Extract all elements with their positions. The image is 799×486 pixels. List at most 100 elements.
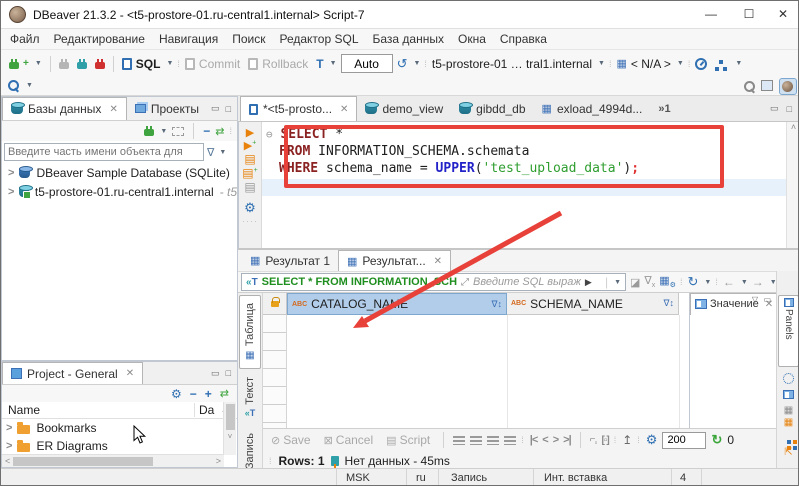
column-sort-filter-icon[interactable]: ∇↕ <box>491 299 502 310</box>
expand-filter-icon[interactable]: ⤢ <box>461 277 469 288</box>
row-header-cell[interactable] <box>263 315 286 333</box>
row-header-corner[interactable] <box>263 293 287 315</box>
tab-projects[interactable]: Проекты <box>127 97 207 120</box>
remove-filter-icon[interactable]: ∇x <box>644 274 655 289</box>
aggregate-panel-toggle-icon[interactable] <box>784 433 794 444</box>
close-icon[interactable]: ✕ <box>109 104 117 115</box>
execute-script-button[interactable]: ▤ <box>239 152 261 166</box>
reconnect-button[interactable] <box>73 58 91 69</box>
calc-panel-toggle-icon[interactable]: ▦ <box>777 417 798 429</box>
chevron-down-icon[interactable]: ▼ <box>413 60 420 67</box>
column-sort-filter-icon[interactable]: ∇↕ <box>663 298 674 309</box>
row-header-cell[interactable] <box>263 369 286 387</box>
record-mode-toggle[interactable]: Запись <box>239 433 261 469</box>
refresh-results-icon[interactable]: ↻ <box>687 274 698 290</box>
maximize-button[interactable]: ☐ <box>734 7 764 21</box>
tab-project-general[interactable]: Project - General ✕ <box>2 362 144 384</box>
nav-forward-icon[interactable]: → <box>752 275 764 289</box>
tree-item-sample-db[interactable]: > DBeaver Sample Database (SQLite) <box>2 163 237 182</box>
collapse-all-icon[interactable]: − <box>190 387 197 401</box>
save-button[interactable]: ⊘ Save <box>267 433 315 447</box>
column-header-date[interactable]: Da <box>194 403 222 417</box>
tab-gibdd-db[interactable]: gibdd_db <box>451 96 533 121</box>
chevron-down-icon[interactable]: ▼ <box>735 60 742 67</box>
schema-selector[interactable]: ▦ < N/A > ▼ <box>612 57 687 71</box>
new-connection-small-button[interactable]: ▼ <box>144 126 167 136</box>
grid-panel-toggle-icon[interactable] <box>777 388 798 402</box>
fetch-all-icon[interactable]: [▫] <box>601 435 609 446</box>
tree-item-t5-prostore[interactable]: > t5-prostore-01.ru-central1.internal - … <box>2 182 237 201</box>
commit-button[interactable]: Commit <box>181 57 244 71</box>
chevron-down-icon[interactable]: ▼ <box>704 279 711 286</box>
timezone-indicator[interactable]: MSK <box>346 472 370 484</box>
disconnect-button[interactable] <box>55 58 73 69</box>
column-header-name[interactable]: Name <box>2 403 194 417</box>
column-header-catalog-name[interactable]: ABC CATALOG_NAME ∇↕ <box>287 293 507 315</box>
auto-refresh-icon[interactable]: ↻ <box>711 432 722 448</box>
minimize-panel-icon[interactable]: ▭ <box>211 103 220 114</box>
disconnect-all-button[interactable] <box>91 58 109 69</box>
metadata-panel-toggle-icon[interactable]: ▦ <box>777 405 798 417</box>
tab-script-active[interactable]: *<t5-prosto... ✕ <box>240 96 358 121</box>
chevron-down-icon[interactable]: ▼ <box>741 279 748 286</box>
project-vertical-scrollbar[interactable]: ˅ <box>223 402 236 455</box>
tab-exload[interactable]: ▦ exload_4994d... <box>534 96 651 121</box>
cancel-button[interactable]: ⊠ Cancel <box>320 433 378 447</box>
tab-overflow-indicator[interactable]: »1 <box>658 103 670 115</box>
quick-search-icon[interactable] <box>743 80 756 93</box>
project-horizontal-scrollbar[interactable]: < > <box>2 454 224 467</box>
menu-sql-editor[interactable]: Редактор SQL <box>272 29 365 49</box>
chevron-down-icon[interactable]: ▼ <box>26 82 33 89</box>
locale-indicator[interactable]: ru <box>416 472 426 484</box>
panel-menu-icon[interactable]: ▽ <box>752 295 758 304</box>
sql-editor-button[interactable]: SQL ▼ <box>118 57 178 71</box>
row-header-cell[interactable] <box>263 351 286 369</box>
row-header-cell[interactable] <box>263 387 286 405</box>
menu-help[interactable]: Справка <box>493 29 554 49</box>
close-icon[interactable]: ✕ <box>434 256 442 267</box>
sitemap-button[interactable]: ▼ <box>711 58 746 70</box>
tab-demo-view[interactable]: demo_view <box>357 96 451 121</box>
add-row-icon[interactable] <box>470 435 483 445</box>
filter-funnel-icon[interactable]: ∇ <box>207 146 214 159</box>
chevron-down-icon[interactable]: ▼ <box>219 149 226 156</box>
link-with-editor-icon[interactable]: ⇄ <box>215 125 224 138</box>
insert-mode-indicator[interactable]: Инт. вставка <box>544 472 607 484</box>
export-data-icon[interactable]: ↥ <box>622 433 632 447</box>
execute-script-new-button[interactable]: ▤+ <box>239 166 261 180</box>
editor-scrollbar[interactable]: ˄ <box>786 122 798 248</box>
minimize-panel-icon[interactable]: ▭ <box>211 368 220 379</box>
erase-filter-icon[interactable]: ◪ <box>630 276 640 289</box>
delete-row-icon[interactable] <box>504 435 517 445</box>
commit-mode-combo[interactable] <box>340 54 393 73</box>
menu-window[interactable]: Окна <box>451 29 493 49</box>
chevron-down-icon[interactable]: ▼ <box>35 60 42 67</box>
editor-settings-button[interactable]: ⚙ <box>239 200 261 216</box>
edit-row-icon[interactable] <box>453 435 466 445</box>
scroll-right-arrow[interactable]: > <box>213 456 224 466</box>
new-folder-icon[interactable] <box>172 126 185 136</box>
expand-chevron-icon[interactable]: > <box>6 422 13 434</box>
maximize-panel-icon[interactable]: □ <box>226 104 231 114</box>
menu-database[interactable]: База данных <box>366 29 451 49</box>
maximize-panel-icon[interactable]: □ <box>226 368 231 378</box>
close-icon[interactable]: ✕ <box>126 368 134 379</box>
presentation-tab-text[interactable]: Текст «T <box>239 377 261 425</box>
fetch-page-icon[interactable]: ⌐▫ <box>590 434 598 447</box>
value-view-toggle-icon[interactable] <box>783 373 794 384</box>
link-with-editor-icon[interactable]: ⇄ <box>220 387 229 400</box>
presentation-tab-grid[interactable]: Таблица ▦ <box>239 295 261 369</box>
presentation-switch-icon[interactable]: ⇱ <box>777 447 798 458</box>
pin-icon[interactable] <box>330 455 339 468</box>
nav-back-icon[interactable]: ← <box>723 275 735 289</box>
grid-settings-gear-icon[interactable]: ⚙ <box>646 432 658 448</box>
menu-file[interactable]: Файл <box>3 29 47 49</box>
project-item-bookmarks[interactable]: > Bookmarks <box>2 419 237 437</box>
next-row-icon[interactable]: > <box>553 434 560 446</box>
scroll-up-arrow[interactable]: ˄ <box>787 122 798 132</box>
last-row-icon[interactable]: >| <box>563 434 571 446</box>
new-connection-button[interactable]: + ▼ <box>5 58 46 69</box>
collapse-all-icon[interactable]: − <box>203 124 210 138</box>
previous-row-icon[interactable]: < <box>542 434 549 446</box>
row-header-cell[interactable] <box>263 333 286 351</box>
